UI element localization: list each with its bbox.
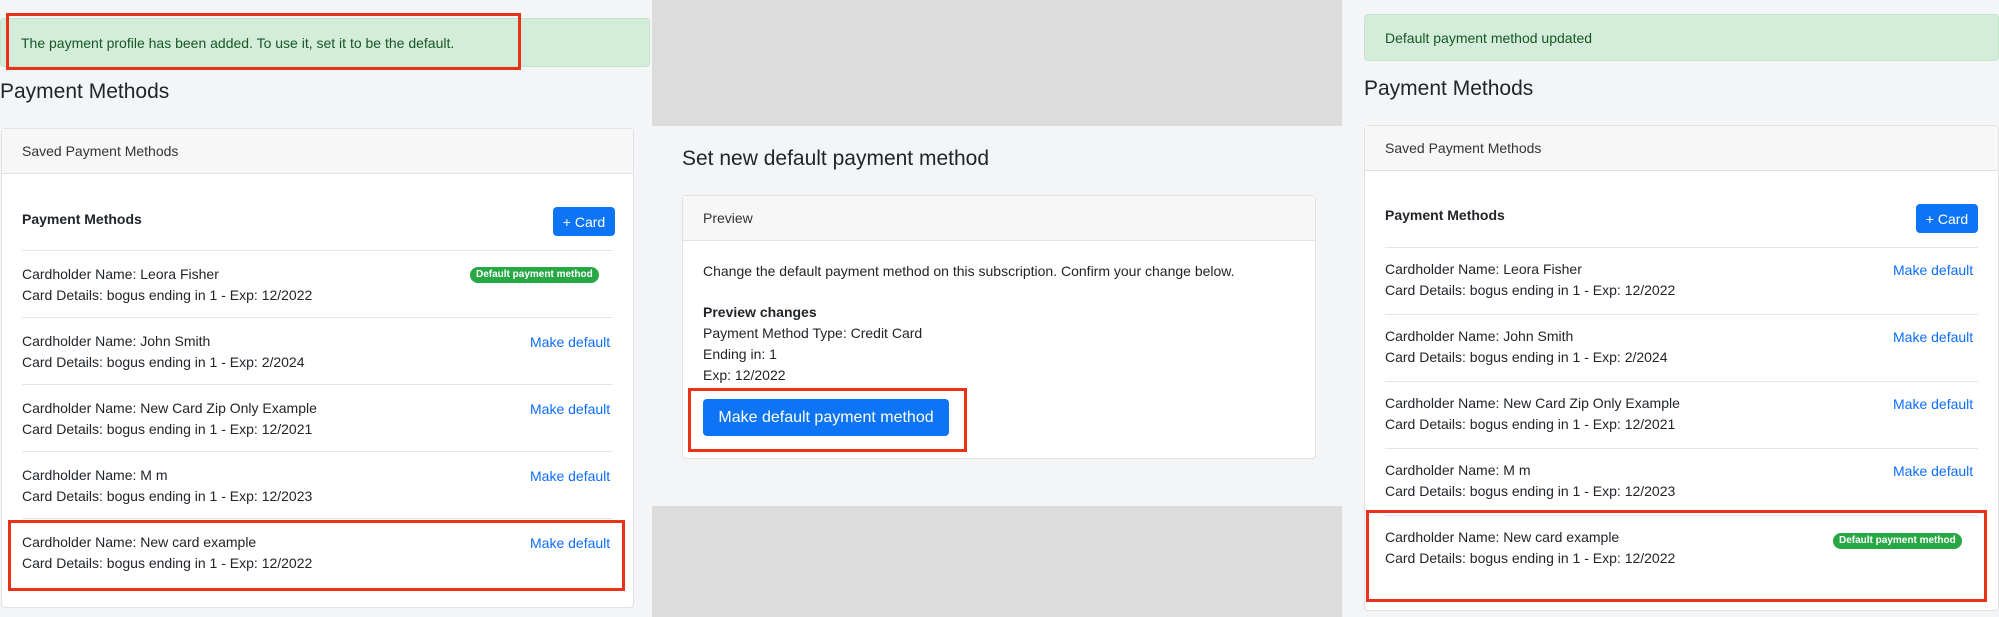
list-item: Cardholder Name: Leora Fisher Card Detai… [1385,259,1675,301]
success-alert: The payment profile has been added. To u… [0,18,650,67]
left-panel: The payment profile has been added. To u… [0,0,652,617]
success-alert: Default payment method updated [1364,14,1999,61]
card-details: Card Details: bogus ending in 1 - Exp: 1… [1385,550,1676,566]
divider [22,384,613,385]
list-item: Cardholder Name: New Card Zip Only Examp… [1385,393,1680,435]
section-title: Payment Methods [22,211,142,227]
section-title: Payment Methods [1385,207,1505,223]
make-default-link[interactable]: Make default [530,334,610,350]
add-card-button[interactable]: + Card [1916,204,1978,233]
cardholder-name: Cardholder Name: New Card Zip Only Examp… [1385,395,1680,411]
page-title: Payment Methods [0,80,170,103]
make-default-link[interactable]: Make default [530,468,610,484]
make-default-link[interactable]: Make default [530,535,610,551]
cardholder-name: Cardholder Name: New card example [22,534,257,550]
preview-card: Preview Change the default payment metho… [682,195,1316,459]
card-header: Preview [683,196,1315,241]
divider [1385,314,1978,315]
preview-description: Change the default payment method on thi… [703,263,1235,279]
dialog-title: Set new default payment method [682,147,990,170]
card-details: Card Details: bogus ending in 1 - Exp: 1… [22,287,313,303]
preview-details: Preview changes Payment Method Type: Cre… [703,302,922,386]
cardholder-name: Cardholder Name: New Card Zip Only Examp… [22,400,317,416]
make-default-link[interactable]: Make default [1893,262,1973,278]
divider [1385,515,1978,516]
cardholder-name: Cardholder Name: Leora Fisher [1385,261,1582,277]
right-panel: Default payment method updated Payment M… [1342,0,1999,617]
saved-payment-methods-card: Saved Payment Methods Payment Methods + … [1364,125,1999,611]
alert-text: Default payment method updated [1385,29,1593,46]
divider [22,317,613,318]
saved-payment-methods-card: Saved Payment Methods Payment Methods + … [1,128,634,608]
preview-heading: Preview changes [703,304,817,320]
divider [22,518,613,519]
list-item: Cardholder Name: M m Card Details: bogus… [1385,460,1675,502]
cardholder-name: Cardholder Name: John Smith [22,333,211,349]
page-title: Payment Methods [1364,77,1534,100]
card-details: Card Details: bogus ending in 1 - Exp: 1… [1385,483,1676,499]
dialog-area: Set new default payment method Preview C… [652,126,1342,506]
card-details: Card Details: bogus ending in 1 - Exp: 1… [1385,416,1676,432]
make-default-link[interactable]: Make default [1893,396,1973,412]
expiration: Exp: 12/2022 [703,367,786,383]
divider [1385,448,1978,449]
divider [22,250,613,251]
divider [1385,381,1978,382]
cardholder-name: Cardholder Name: M m [1385,462,1531,478]
list-item: Cardholder Name: M m Card Details: bogus… [22,465,312,507]
list-item: Cardholder Name: New card example Card D… [22,532,312,574]
cardholder-name: Cardholder Name: John Smith [1385,328,1574,344]
default-badge: Default payment method [470,267,599,283]
make-default-link[interactable]: Make default [1893,463,1973,479]
divider [22,451,613,452]
card-header: Saved Payment Methods [2,129,633,174]
make-default-link[interactable]: Make default [1893,329,1973,345]
card-details: Card Details: bogus ending in 1 - Exp: 1… [22,555,313,571]
card-header: Saved Payment Methods [1365,126,1998,171]
card-details: Card Details: bogus ending in 1 - Exp: 1… [1385,282,1676,298]
list-item: Cardholder Name: New Card Zip Only Examp… [22,398,317,440]
ending-in: Ending in: 1 [703,346,777,362]
list-item: Cardholder Name: New card example Card D… [1385,527,1675,569]
make-default-link[interactable]: Make default [530,401,610,417]
divider [1385,247,1978,248]
default-badge: Default payment method [1833,533,1962,549]
card-details: Card Details: bogus ending in 1 - Exp: 2… [1385,349,1668,365]
list-item: Cardholder Name: Leora Fisher Card Detai… [22,264,312,306]
make-default-payment-method-button[interactable]: Make default payment method [703,399,949,436]
card-details: Card Details: bogus ending in 1 - Exp: 1… [22,488,313,504]
cardholder-name: Cardholder Name: M m [22,467,168,483]
list-item: Cardholder Name: John Smith Card Details… [22,331,305,373]
cardholder-name: Cardholder Name: New card example [1385,529,1620,545]
card-details: Card Details: bogus ending in 1 - Exp: 1… [22,421,313,437]
add-card-button[interactable]: + Card [553,207,615,236]
cardholder-name: Cardholder Name: Leora Fisher [22,266,219,282]
payment-method-type: Payment Method Type: Credit Card [703,325,923,341]
card-details: Card Details: bogus ending in 1 - Exp: 2… [22,354,305,370]
alert-text: The payment profile has been added. To u… [21,34,455,51]
list-item: Cardholder Name: John Smith Card Details… [1385,326,1668,368]
middle-panel: Set new default payment method Preview C… [652,0,1342,617]
